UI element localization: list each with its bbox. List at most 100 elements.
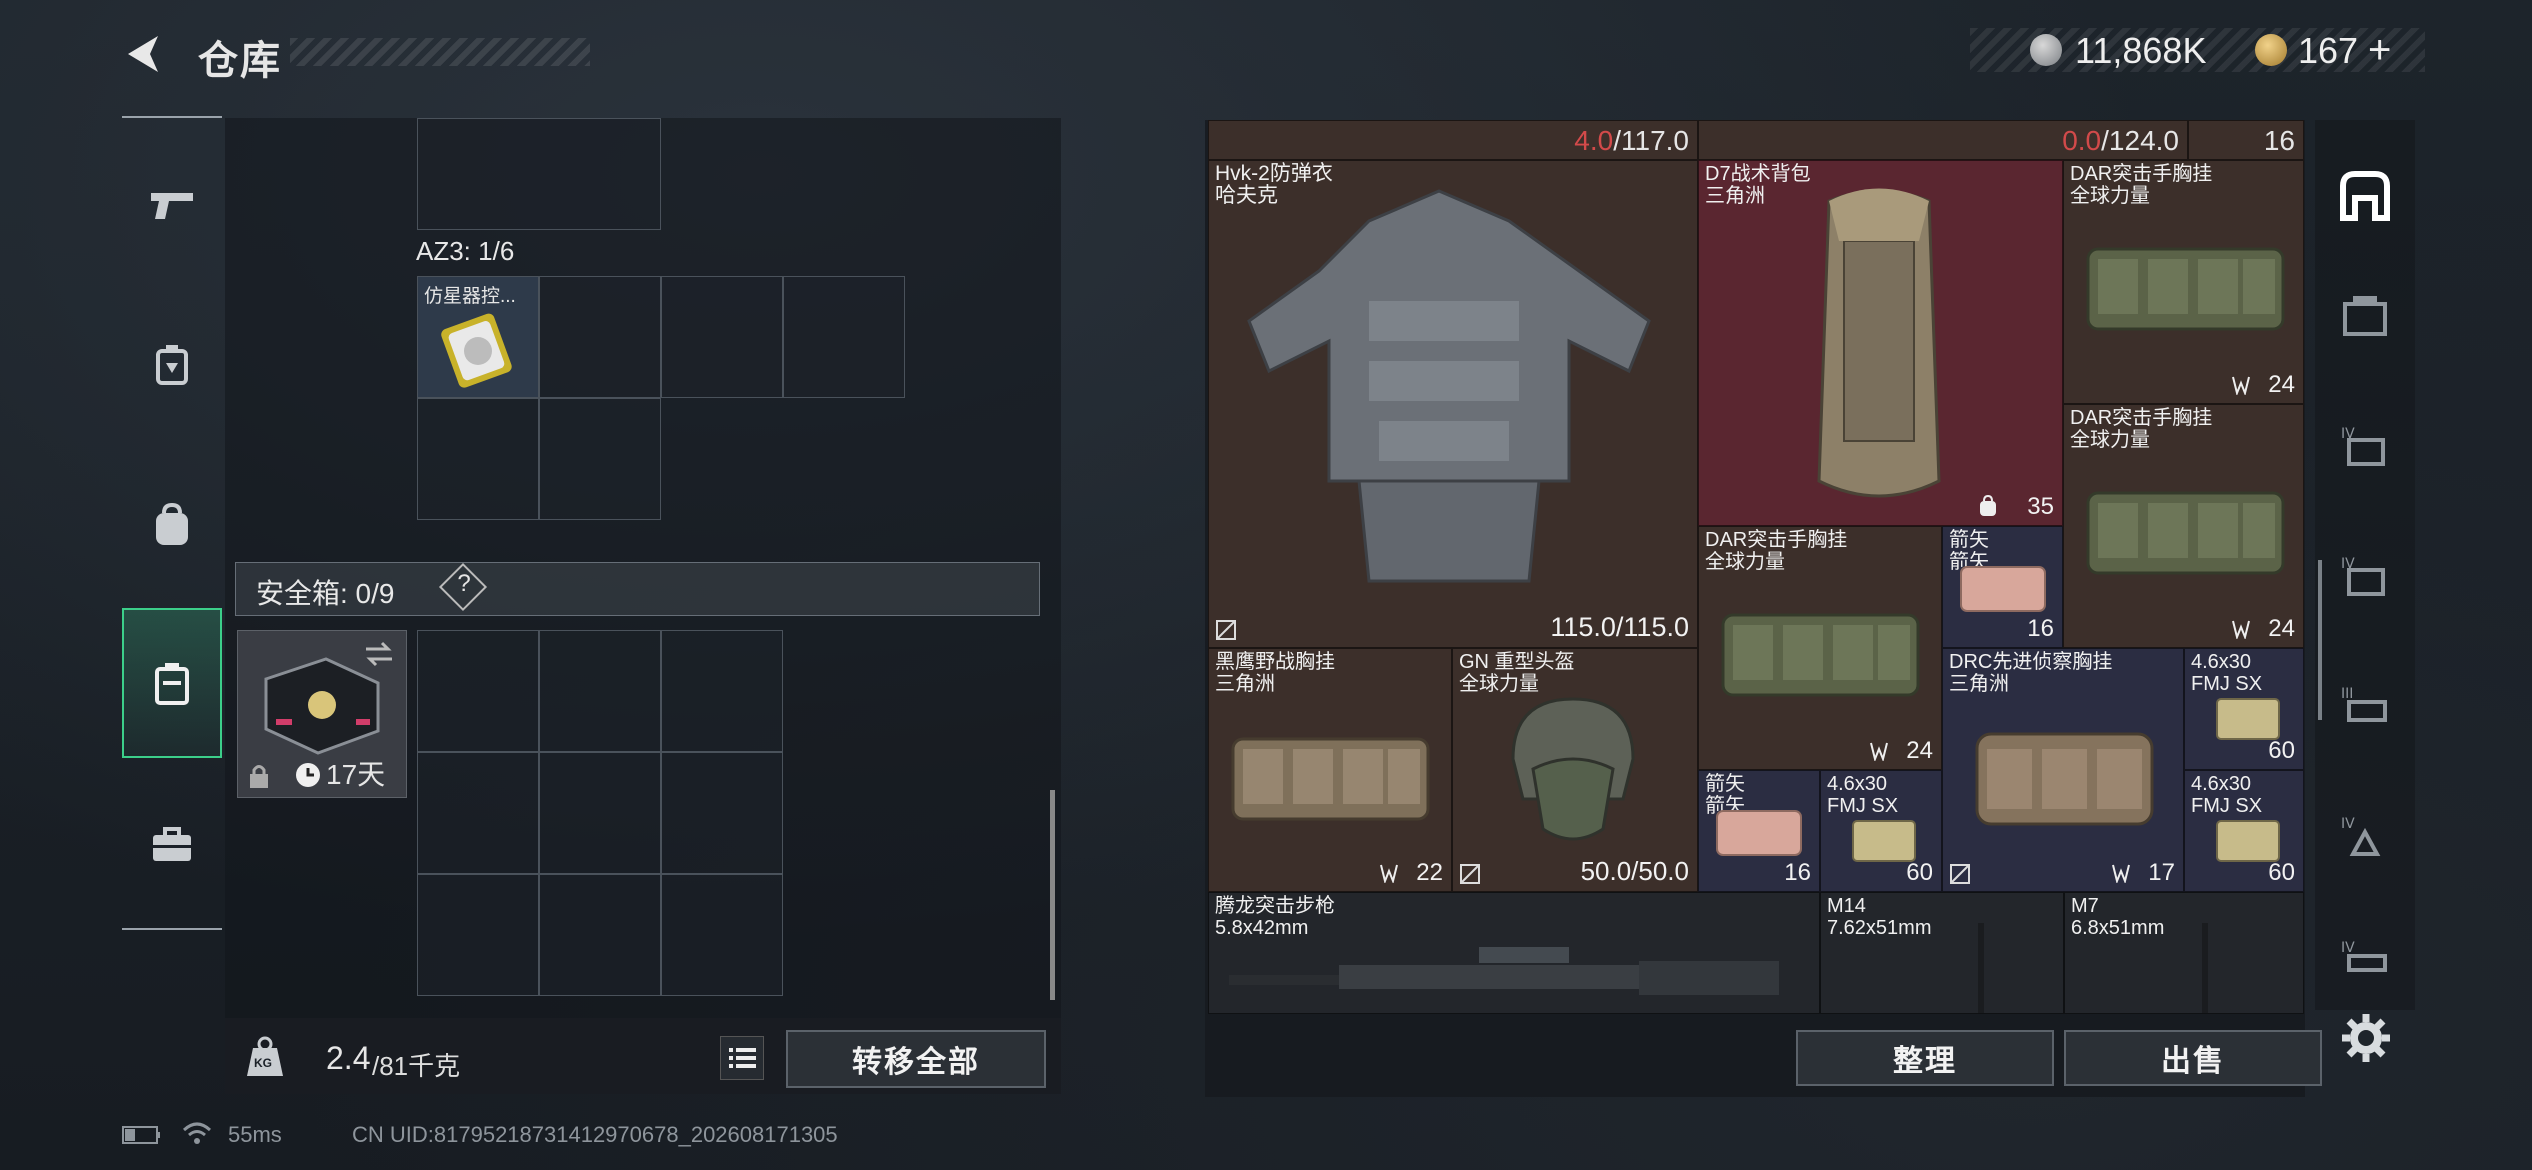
item-name: 黑鹰野战胸挂 bbox=[1215, 651, 1335, 673]
item-tile[interactable]: 0.0/124.0 bbox=[1698, 120, 2188, 160]
settings-button[interactable] bbox=[2338, 1010, 2394, 1066]
grid-slot[interactable] bbox=[539, 752, 661, 874]
item-tile-rifle[interactable]: M14 7.62x51mm bbox=[1820, 892, 2064, 1014]
item-tile-rifle[interactable]: M7 6.8x51mm bbox=[2064, 892, 2304, 1014]
rifle-image bbox=[1229, 947, 1779, 995]
grid-slot[interactable] bbox=[417, 752, 539, 874]
grid-slot[interactable] bbox=[661, 276, 783, 398]
grid-slot[interactable] bbox=[539, 276, 661, 398]
category-scrollbar[interactable] bbox=[2318, 560, 2322, 720]
grid-slot[interactable] bbox=[539, 630, 661, 752]
grid-slot[interactable] bbox=[417, 874, 539, 996]
list-view-button[interactable] bbox=[720, 1036, 764, 1080]
wifi-icon bbox=[182, 1120, 212, 1146]
tier-iv-icon: IV bbox=[2341, 556, 2385, 596]
grid-slot[interactable] bbox=[539, 874, 661, 996]
item-count: 22 bbox=[1416, 859, 1443, 886]
helmet-image bbox=[1511, 697, 1635, 841]
item-name: DAR突击手胸挂 bbox=[2070, 407, 2213, 429]
safebox-timer: 17天 bbox=[326, 759, 386, 790]
nav-safebox[interactable] bbox=[122, 608, 222, 758]
gold-coin-icon bbox=[2255, 34, 2287, 66]
grid-slot[interactable] bbox=[417, 630, 539, 752]
battery-icon bbox=[122, 1124, 162, 1146]
nav-toolbox[interactable] bbox=[122, 770, 222, 920]
item-name: 4.6x30 bbox=[2191, 651, 2252, 673]
scrollbar[interactable] bbox=[1050, 790, 1055, 1000]
transfer-all-button[interactable]: 转移全部 bbox=[786, 1030, 1046, 1088]
nav-divider bbox=[122, 928, 222, 930]
item-tile-ammo[interactable]: 4.6x30 FMJ SX 60 bbox=[2184, 648, 2304, 770]
item-count: 16 bbox=[2027, 615, 2054, 642]
nav-divider bbox=[122, 116, 222, 118]
item-durability: 50.0/50.0 bbox=[1580, 856, 1689, 886]
stellarator-item-icon bbox=[441, 313, 512, 388]
item-tile-armor[interactable]: Hvk-2防弹衣 哈夫克 115.0/115.0 bbox=[1208, 160, 1698, 648]
gear-icon bbox=[2342, 1014, 2390, 1062]
ammo-box-image bbox=[1852, 820, 1916, 862]
item-tile-chest-rig[interactable]: DAR突击手胸挂 全球力量 24 bbox=[2063, 404, 2304, 648]
safebox-label: 安全箱: 0/9 bbox=[256, 578, 395, 609]
item-faction: 三角洲 bbox=[1215, 673, 1275, 695]
item-faction: 全球力量 bbox=[1705, 551, 1785, 573]
item-caliber: 6.8x51mm bbox=[2071, 917, 2165, 939]
category-tier-4-d[interactable]: IV bbox=[2325, 920, 2405, 1000]
item-faction: 全球力量 bbox=[2070, 185, 2150, 207]
grid-slot[interactable] bbox=[417, 398, 539, 520]
grid-slot[interactable] bbox=[661, 874, 783, 996]
item-faction: 三角洲 bbox=[1949, 673, 2009, 695]
grid-slot[interactable] bbox=[539, 398, 661, 520]
sort-button[interactable]: 整理 bbox=[1796, 1030, 2054, 1086]
add-currency-button[interactable]: + bbox=[2368, 28, 2391, 73]
item-tile-chest-rig[interactable]: DRC先进侦察胸挂 三角洲 17 bbox=[1942, 648, 2184, 892]
sell-button[interactable]: 出售 bbox=[2064, 1030, 2322, 1086]
item-name: DRC先进侦察胸挂 bbox=[1949, 651, 2113, 673]
item-tile-chest-rig[interactable]: DAR突击手胸挂 全球力量 24 bbox=[2063, 160, 2304, 404]
item-count: 24 bbox=[2268, 371, 2295, 398]
item-tile-ammo[interactable]: 4.6x30 FMJ SX 60 bbox=[2184, 770, 2304, 892]
category-tier-3[interactable]: III bbox=[2325, 666, 2405, 746]
rig-capacity-icon bbox=[2232, 376, 2250, 395]
grid-item[interactable]: 仿星器控... bbox=[417, 276, 539, 398]
no-insurance-icon bbox=[1460, 864, 1480, 884]
item-tile-chest-rig[interactable]: 黑鹰野战胸挂 三角洲 22 bbox=[1208, 648, 1452, 892]
item-count: 24 bbox=[1906, 737, 1933, 764]
item-count: 35 bbox=[2027, 493, 2054, 520]
durability-current: 4.0 bbox=[1574, 125, 1614, 156]
category-all[interactable] bbox=[2325, 156, 2405, 236]
item-tile-ammo[interactable]: 箭矢 箭矢 16 bbox=[1942, 526, 2063, 648]
item-tile-helmet[interactable]: GN 重型头盔 全球力量 50.0/50.0 bbox=[1452, 648, 1698, 892]
rig-capacity-icon bbox=[2112, 864, 2130, 883]
grid-slot[interactable] bbox=[783, 276, 905, 398]
tier-iii-icon: III bbox=[2341, 686, 2387, 722]
item-tile-ammo[interactable]: 4.6x30 FMJ SX 60 bbox=[1820, 770, 1942, 892]
grid-slot[interactable] bbox=[661, 752, 783, 874]
backpack-image bbox=[1817, 188, 1941, 498]
safebox-item[interactable]: 17天 bbox=[237, 630, 407, 798]
rifle-image bbox=[2202, 923, 2208, 1013]
currency-premium: 167 bbox=[2298, 30, 2359, 71]
grid-slot[interactable] bbox=[417, 118, 661, 230]
item-tile-ammo[interactable]: 箭矢 箭矢 16 bbox=[1698, 770, 1820, 892]
nav-backpack[interactable] bbox=[122, 450, 222, 600]
nav-armor[interactable] bbox=[122, 290, 222, 440]
item-tile-backpack[interactable]: D7战术背包 三角洲 35 bbox=[1698, 160, 2063, 526]
ammo-box-image bbox=[2216, 820, 2280, 862]
item-tile[interactable]: 4.0/117.0 bbox=[1208, 120, 1698, 160]
item-tile-chest-rig[interactable]: DAR突击手胸挂 全球力量 24 bbox=[1698, 526, 1942, 770]
nav-weapons[interactable] bbox=[122, 130, 222, 280]
ammo-crate-icon bbox=[2343, 296, 2387, 336]
item-name: 仿星器控... bbox=[424, 286, 516, 307]
item-tile-rifle[interactable]: 腾龙突击步枪 5.8x42mm bbox=[1208, 892, 1820, 1014]
backpack-icon bbox=[156, 503, 188, 545]
category-tier-4-a[interactable]: IV bbox=[2325, 406, 2405, 486]
back-button[interactable] bbox=[120, 30, 168, 78]
item-count: 24 bbox=[2268, 615, 2295, 642]
item-name: 腾龙突击步枪 bbox=[1215, 895, 1335, 917]
category-tier-4-b[interactable]: IV bbox=[2325, 536, 2405, 616]
item-faction: FMJ SX bbox=[1827, 795, 1899, 817]
grid-slot[interactable] bbox=[661, 630, 783, 752]
item-tile[interactable]: 16 bbox=[2188, 120, 2304, 160]
category-ammo-box[interactable] bbox=[2325, 276, 2405, 356]
category-tier-4-c[interactable]: IV bbox=[2325, 796, 2405, 876]
